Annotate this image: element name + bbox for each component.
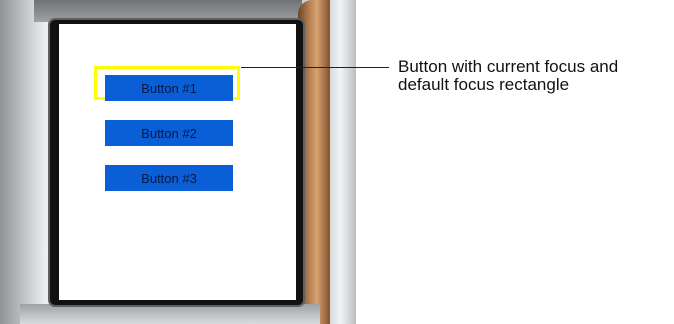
focus-annotation: Button with current focus and default fo…	[398, 58, 668, 94]
button-1[interactable]: Button #1	[105, 75, 233, 101]
focus-annotation-line-1: Button with current focus and	[398, 57, 619, 76]
device-bronze-side-rail	[298, 0, 334, 324]
button-2[interactable]: Button #2	[105, 120, 233, 146]
device-top-bezel	[34, 0, 302, 22]
device-screen: Button #1 Button #2 Button #3	[59, 24, 296, 300]
button-3[interactable]: Button #3	[105, 165, 233, 191]
phone-device-frame: Button #1 Button #2 Button #3	[0, 0, 356, 324]
device-right-edge	[330, 0, 356, 324]
callout-line	[241, 67, 389, 68]
device-bottom-bezel	[20, 304, 320, 324]
focus-annotation-line-2: default focus rectangle	[398, 75, 570, 94]
